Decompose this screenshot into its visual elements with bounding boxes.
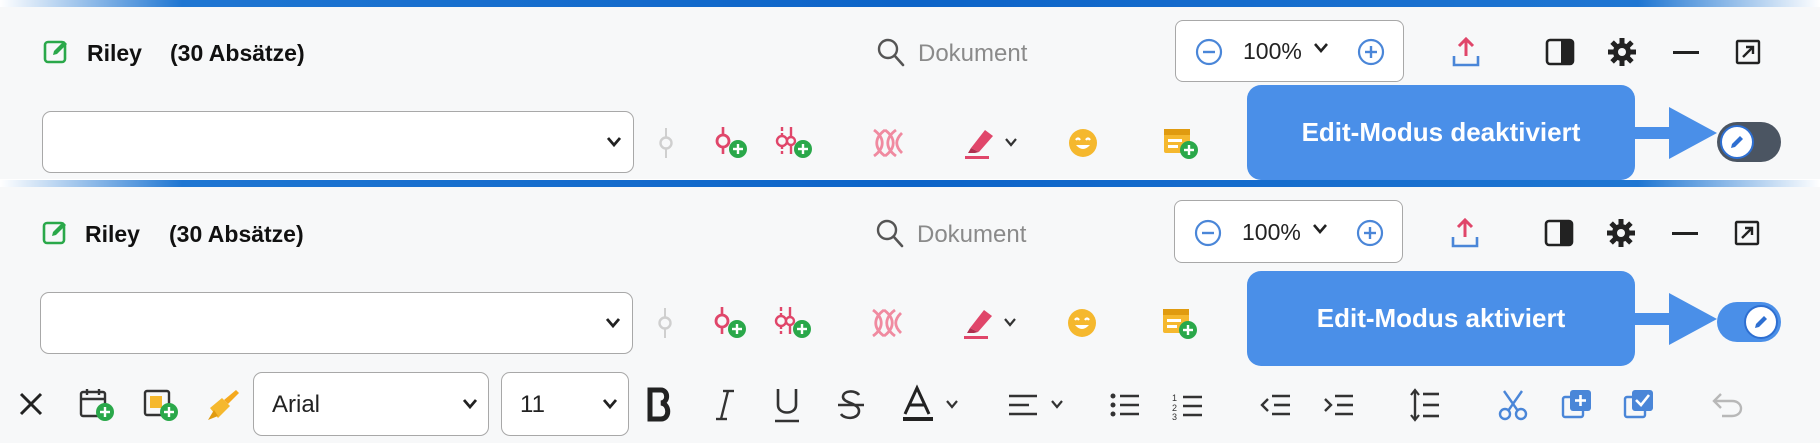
add-split-node-icon[interactable] [774,306,813,340]
gear-icon[interactable] [1607,37,1637,67]
highlighter-icon[interactable] [962,306,996,340]
share-upload-icon[interactable] [1451,36,1481,68]
callout-edit-mode-off: Edit-Modus deaktiviert [1247,85,1635,180]
node-icon[interactable] [655,308,675,338]
callout-edit-mode-on: Edit-Modus aktiviert [1247,271,1635,366]
node-icon[interactable] [656,128,676,158]
search-icon[interactable] [876,219,904,249]
document-title: Riley [87,40,142,66]
svg-text:3: 3 [1172,412,1177,422]
chevron-down-icon[interactable] [462,398,478,410]
font-family-value: Arial [272,391,321,418]
popout-icon[interactable] [1734,220,1760,246]
add-split-node-icon[interactable] [775,126,814,160]
popout-icon[interactable] [1735,39,1761,65]
bold-icon[interactable] [646,387,674,422]
outdent-icon[interactable] [1260,392,1292,418]
edit-pencil-icon [1744,305,1778,339]
chevron-down-icon[interactable] [1004,137,1018,147]
search-icon[interactable] [877,38,905,68]
add-note-icon[interactable] [1162,126,1200,160]
checkbox-copy-icon[interactable] [1623,388,1655,420]
font-family-select[interactable]: Arial [253,372,489,436]
indent-icon[interactable] [1323,392,1355,418]
highlighter-icon[interactable] [963,126,997,160]
add-node-icon[interactable] [712,306,748,340]
strikethrough-icon[interactable] [836,389,866,421]
chevron-down-icon[interactable] [1003,317,1017,327]
minimize-icon[interactable] [1672,232,1698,236]
edit-note-icon [43,40,67,64]
chevron-down-icon[interactable] [1050,399,1064,409]
document-title: Riley [85,221,140,247]
style-select[interactable] [40,292,633,354]
arrow-right-icon [1635,293,1717,345]
accent-bar [0,180,1820,187]
chevron-down-icon[interactable] [602,398,618,410]
edit-note-icon [42,221,66,245]
emoji-icon[interactable] [1067,308,1097,338]
zoom-in-icon[interactable] [1356,219,1384,247]
gear-icon[interactable] [1606,218,1636,248]
line-spacing-icon[interactable] [1409,388,1441,422]
paragraph-count: (30 Absätze) [170,40,305,66]
edit-mode-toggle[interactable] [1717,122,1781,162]
search-input[interactable]: Dokument [918,40,1027,68]
zoom-value[interactable]: 100% [1242,219,1301,246]
bullet-list-icon[interactable] [1109,392,1141,418]
underline-icon[interactable] [773,387,801,423]
style-select[interactable] [42,111,634,173]
edit-mode-toggle[interactable] [1717,302,1781,342]
cut-icon[interactable] [1498,389,1528,421]
emoji-icon[interactable] [1068,128,1098,158]
undo-icon[interactable] [1712,392,1744,418]
dna-icon[interactable] [871,128,905,158]
numbered-list-icon[interactable]: 123 [1172,392,1204,422]
share-upload-icon[interactable] [1450,217,1480,249]
zoom-out-icon[interactable] [1194,219,1222,247]
font-size-value: 11 [520,391,545,418]
chevron-down-icon[interactable] [1313,42,1329,54]
split-view-icon[interactable] [1545,38,1575,66]
add-image-icon[interactable] [143,388,179,422]
search-input[interactable]: Dokument [917,221,1026,249]
add-copy-icon[interactable] [1561,388,1593,420]
chevron-down-icon[interactable] [605,317,621,329]
svg-text:1: 1 [1172,393,1177,403]
align-icon[interactable] [1007,392,1039,418]
add-note-icon[interactable] [1161,306,1199,340]
paragraph-count: (30 Absätze) [169,221,304,247]
minimize-icon[interactable] [1673,51,1699,55]
accent-bar [0,0,1820,7]
split-view-icon[interactable] [1544,219,1574,247]
dna-icon[interactable] [870,308,904,338]
close-icon[interactable] [18,391,44,417]
arrow-right-icon [1635,107,1717,159]
add-date-icon[interactable] [79,388,115,422]
zoom-out-icon[interactable] [1195,38,1223,66]
add-node-icon[interactable] [713,126,749,160]
zoom-value[interactable]: 100% [1243,38,1302,65]
chevron-down-icon[interactable] [606,136,622,148]
chevron-down-icon[interactable] [945,399,959,409]
edit-pencil-icon [1720,125,1754,159]
text-color-icon[interactable] [901,384,935,422]
italic-icon[interactable] [714,389,736,421]
format-painter-icon[interactable] [206,388,240,422]
zoom-in-icon[interactable] [1357,38,1385,66]
chevron-down-icon[interactable] [1312,223,1328,235]
